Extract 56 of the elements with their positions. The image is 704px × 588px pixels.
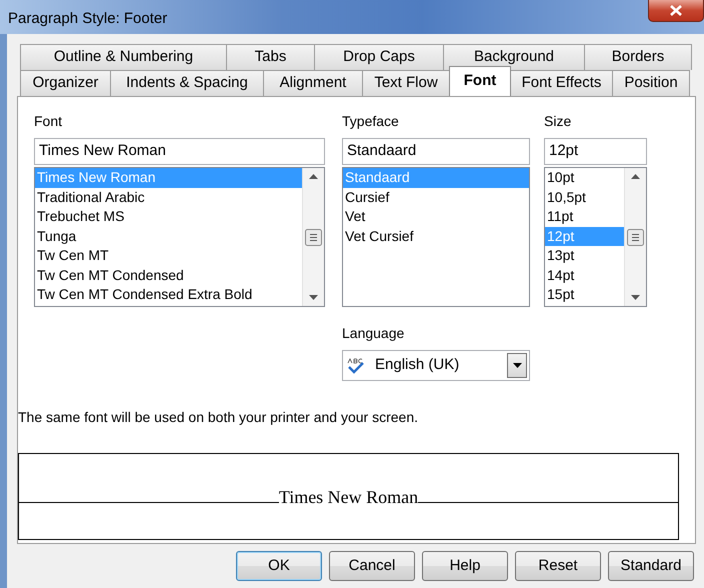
close-button[interactable] xyxy=(648,0,704,22)
tab[interactable]: Text Flow xyxy=(362,70,450,96)
list-item[interactable]: Vet xyxy=(343,207,529,226)
preview-text: Times New Roman xyxy=(278,488,418,506)
list-item[interactable]: Cursief xyxy=(343,188,529,207)
scrollbar[interactable] xyxy=(302,168,324,306)
tab[interactable]: Font xyxy=(449,66,511,96)
list-item[interactable]: 10,5pt xyxy=(545,188,624,207)
list-item[interactable]: 11pt xyxy=(545,207,624,226)
list-item[interactable]: Trebuchet MS xyxy=(35,207,302,226)
tab[interactable]: Tabs xyxy=(226,44,315,70)
list-item[interactable]: Traditional Arabic xyxy=(35,188,302,207)
dialog-button[interactable]: Help xyxy=(422,551,508,581)
language-label: Language xyxy=(342,324,406,343)
scroll-up-icon[interactable] xyxy=(631,174,640,179)
list-item[interactable]: Tw Cen MT Condensed xyxy=(35,266,302,285)
scroll-up-icon[interactable] xyxy=(309,174,318,179)
scrollbar[interactable] xyxy=(624,168,646,306)
list-item[interactable]: Tunga xyxy=(35,226,302,246)
tab[interactable]: Background xyxy=(443,44,585,70)
dialog-button[interactable]: Reset xyxy=(515,551,601,581)
tab[interactable]: Font Effects xyxy=(510,70,613,96)
font-label: Font xyxy=(34,112,64,131)
list-item[interactable]: 10pt xyxy=(545,168,624,188)
typeface-label: Typeface xyxy=(342,112,400,131)
tab[interactable]: Outline & Numbering xyxy=(20,44,227,70)
dialog-button[interactable]: Standard xyxy=(608,551,694,581)
list-item[interactable]: 13pt xyxy=(545,246,624,266)
info-text: The same font will be used on both your printer and your screen. xyxy=(18,408,419,427)
window-title: Paragraph Style: Footer xyxy=(8,9,168,29)
list-item[interactable]: Vet Cursief xyxy=(343,226,529,246)
tab[interactable]: Borders xyxy=(584,44,692,70)
font-field[interactable]: Times New Roman xyxy=(34,138,325,165)
language-dropdown[interactable]: English (UK) xyxy=(342,350,530,381)
list-item[interactable]: 14pt xyxy=(545,266,624,285)
scroll-thumb[interactable] xyxy=(627,228,644,246)
scroll-thumb[interactable] xyxy=(305,228,322,246)
scroll-down-icon[interactable] xyxy=(309,295,318,300)
dialog-button[interactable]: OK xyxy=(236,551,322,581)
close-icon xyxy=(669,5,683,16)
spellcheck-icon xyxy=(347,358,367,374)
language-value: English (UK) xyxy=(375,355,460,376)
list-item[interactable]: 15pt xyxy=(545,285,624,304)
tab[interactable]: Drop Caps xyxy=(314,44,444,70)
size-label: Size xyxy=(544,112,572,131)
caret-icon xyxy=(512,363,522,368)
scroll-down-icon[interactable] xyxy=(631,295,640,300)
tab[interactable]: Position xyxy=(612,70,690,96)
list-item[interactable]: Tw Cen MT Condensed Extra Bold xyxy=(35,285,302,304)
tab[interactable]: Indents & Spacing xyxy=(110,70,264,96)
list-item[interactable]: Tw Cen MT xyxy=(35,246,302,266)
dialog-button[interactable]: Cancel xyxy=(329,551,415,581)
tab[interactable]: Organizer xyxy=(20,70,111,96)
typeface-field[interactable]: Standaard xyxy=(342,138,530,165)
size-field[interactable]: 12pt xyxy=(544,138,647,165)
tab[interactable]: Alignment xyxy=(263,70,363,96)
